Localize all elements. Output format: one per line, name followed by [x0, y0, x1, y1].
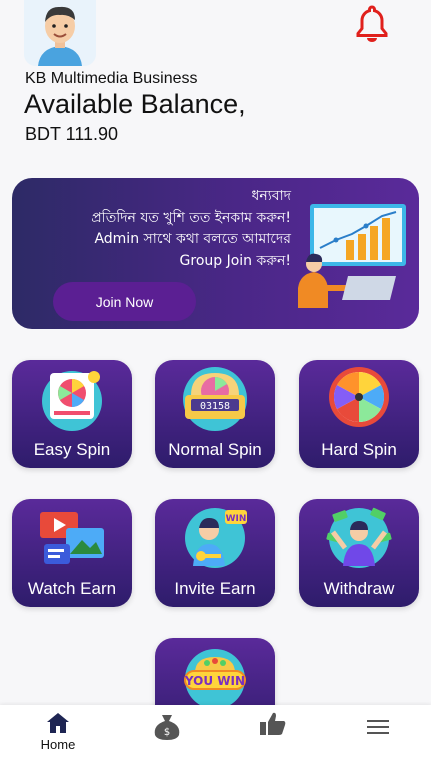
video-icon	[40, 512, 104, 564]
invite-earn-card[interactable]: WIN Invite Earn	[155, 499, 275, 607]
normal-spin-card[interactable]: 03158 Normal Spin	[155, 360, 275, 468]
nav-menu[interactable]	[338, 711, 418, 763]
card-label: Invite Earn	[174, 579, 256, 598]
balance-value: BDT 111.90	[25, 124, 119, 144]
join-now-button[interactable]: Join Now	[53, 282, 196, 321]
withdraw-card[interactable]: Withdraw	[299, 499, 419, 607]
hard-spin-card[interactable]: Hard Spin	[299, 360, 419, 468]
home-icon	[47, 713, 69, 733]
notification-bell-icon[interactable]	[354, 4, 390, 42]
card-label: Hard Spin	[321, 440, 397, 459]
nav-wallet[interactable]: $	[127, 711, 207, 763]
watch-earn-card[interactable]: Watch Earn	[12, 499, 132, 607]
easy-spin-card[interactable]: Easy Spin	[12, 360, 132, 468]
card-label: Easy Spin	[33, 440, 111, 459]
banner-line: ধন্যবাদ	[251, 188, 291, 204]
invite-icon: WIN	[185, 508, 247, 568]
banner-line: Group Join করুন!	[179, 252, 291, 269]
svg-text:03158: 03158	[200, 401, 230, 412]
you-win-badge-text: YOU WIN	[184, 674, 245, 688]
nav-home[interactable]: Home	[18, 711, 98, 763]
svg-text:WIN: WIN	[226, 514, 247, 524]
bottom-nav: Home $	[0, 705, 431, 767]
nav-home-label: Home	[40, 737, 76, 752]
user-avatar-icon	[24, 0, 96, 66]
banner-line: প্রতিদিন যত খুশি তত ইনকাম করুন!	[91, 209, 291, 226]
money-icon	[326, 507, 392, 568]
easy-spin-icon	[42, 371, 102, 431]
banner-line: Admin সাথে কথা বলতে আমাদের	[94, 231, 291, 247]
balance-title: Available Balance,	[24, 89, 246, 119]
slot-machine-icon: 03158	[183, 367, 247, 431]
menu-icon	[367, 720, 389, 734]
thumbs-up-icon	[260, 712, 286, 735]
company-name: KB Multimedia Business	[25, 70, 198, 87]
avatar[interactable]	[24, 0, 96, 66]
card-label: Normal Spin	[168, 440, 262, 459]
you-win-icon: YOU WIN	[184, 649, 246, 709]
svg-text:$: $	[164, 727, 170, 738]
card-label: Withdraw	[323, 579, 395, 598]
nav-like[interactable]	[233, 711, 313, 763]
promo-banner: ধন্যবাদ প্রতিদিন যত খুশি তত ইনকাম করুন! …	[12, 178, 419, 329]
spin-wheel-icon	[329, 367, 389, 427]
money-bag-icon: $	[154, 715, 180, 740]
card-label: Watch Earn	[27, 579, 117, 598]
analytics-illustration-icon	[298, 204, 406, 308]
banner-text: ধন্যবাদ প্রতিদিন যত খুশি তত ইনকাম করুন! …	[91, 186, 291, 272]
